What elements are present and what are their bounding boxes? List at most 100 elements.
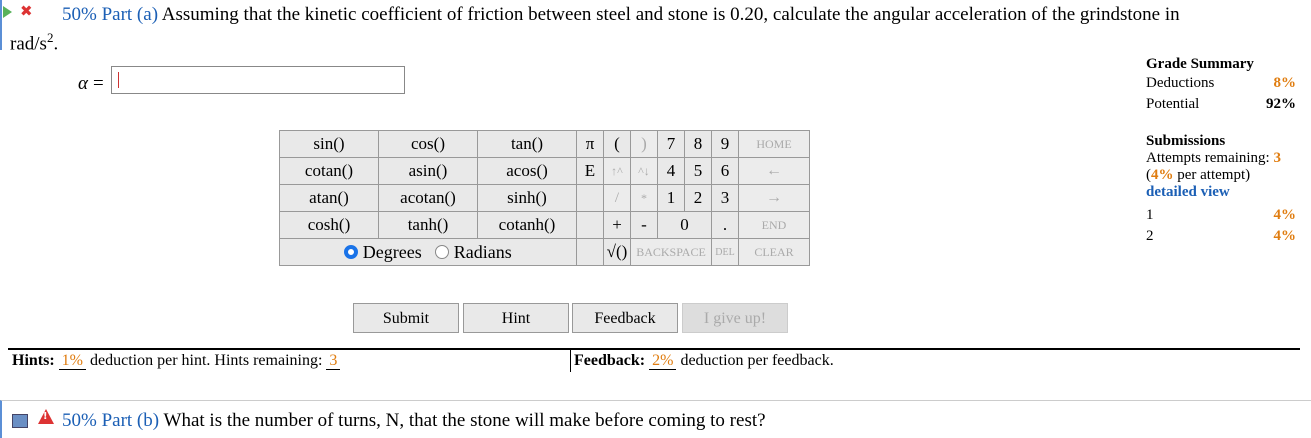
key-cotanh[interactable]: cotanh() (477, 211, 577, 239)
hints-text: deduction per hint. Hints remaining: (90, 352, 323, 369)
key-backspace[interactable]: BACKSPACE (630, 238, 712, 266)
radians-radio[interactable] (435, 244, 450, 259)
deductions-value: 8% (1273, 75, 1297, 91)
key-end[interactable]: END (738, 211, 810, 239)
part-a-question-text: Assuming that the kinetic coefficient of… (161, 4, 1180, 25)
part-a-pct: 50% (62, 4, 97, 25)
feedback-info: Feedback: 2% deduction per feedback. (574, 352, 834, 370)
key-plus[interactable]: + (603, 211, 631, 239)
answer-input[interactable] (111, 66, 405, 94)
key-cotan[interactable]: cotan() (279, 157, 379, 185)
potential-value: 92% (1266, 96, 1296, 112)
feedback-pct: 2% (649, 352, 677, 370)
attempts-value: 3 (1273, 150, 1281, 166)
part-b-label: Part (b) (101, 410, 160, 431)
per-attempt-pct: 4% (1151, 167, 1174, 183)
key-lparen[interactable]: ( (603, 130, 631, 158)
submit-button[interactable]: Submit (353, 303, 459, 333)
submission-row: 1 4% (1146, 205, 1296, 226)
submissions-title: Submissions (1146, 133, 1226, 149)
hints-remaining: 3 (326, 352, 341, 370)
part-b-question: 50% Part (b) What is the number of turns… (62, 410, 766, 432)
potential-label: Potential (1146, 96, 1200, 112)
hint-button[interactable]: Hint (463, 303, 569, 333)
per-attempt: (4% per attempt) (1146, 167, 1251, 183)
degrees-radio[interactable] (344, 244, 359, 259)
hints-info: Hints: 1% deduction per hint. Hints rema… (12, 352, 341, 370)
period: . (53, 33, 59, 55)
attempts-label: Attempts remaining: (1146, 150, 1270, 166)
key-clear[interactable]: CLEAR (738, 238, 810, 266)
key-multiply[interactable]: * (630, 184, 658, 212)
detailed-view-link[interactable]: detailed view (1146, 184, 1230, 200)
key-rparen[interactable]: ) (630, 130, 658, 158)
key-divide[interactable]: / (603, 184, 631, 212)
calculator-keypad: sin() cos() tan() π ( ) 7 8 9 HOME cotan… (279, 130, 810, 266)
submission-deduction: 4% (1273, 207, 1297, 223)
key-acotan[interactable]: acotan() (378, 184, 478, 212)
key-5[interactable]: 5 (684, 157, 712, 185)
warning-mark: ! (43, 411, 48, 422)
key-sqrt[interactable]: √() (603, 238, 631, 266)
hints-label: Hints: (12, 352, 55, 369)
key-home[interactable]: HOME (738, 130, 810, 158)
degrees-label: Degrees (362, 241, 422, 262)
key-tanh[interactable]: tanh() (378, 211, 478, 239)
key-left-arrow[interactable]: ← (738, 157, 810, 185)
hints-feedback-divider (570, 348, 571, 372)
part-a-label: Part (a) (101, 4, 159, 25)
incorrect-x-icon: ✖ (20, 2, 33, 20)
per-attempt-text: per attempt) (1177, 167, 1251, 183)
answer-variable-label: α (78, 73, 88, 94)
feedback-button[interactable]: Feedback (572, 303, 678, 333)
key-pi[interactable]: π (576, 130, 604, 158)
key-asin[interactable]: asin() (378, 157, 478, 185)
units-text: rad/s (10, 33, 47, 55)
part-b-pct: 50% (62, 410, 97, 431)
key-cos[interactable]: cos() (378, 130, 478, 158)
feedback-label: Feedback: (574, 352, 646, 369)
key-9[interactable]: 9 (711, 130, 739, 158)
text-caret (118, 72, 119, 88)
key-1[interactable]: 1 (657, 184, 685, 212)
submission-number: 2 (1146, 228, 1154, 244)
key-blank (576, 184, 604, 212)
key-7[interactable]: 7 (657, 130, 685, 158)
grade-sidebar: Grade Summary Deductions 8% Potential 92… (1146, 56, 1296, 247)
key-right-arrow[interactable]: → (738, 184, 810, 212)
key-e[interactable]: E (576, 157, 604, 185)
key-3[interactable]: 3 (711, 184, 739, 212)
key-cosh[interactable]: cosh() (279, 211, 379, 239)
radians-label: Radians (453, 241, 512, 262)
key-down-caret[interactable]: ^↓ (630, 157, 658, 185)
answer-equals-sign: = (93, 73, 104, 94)
key-tan[interactable]: tan() (477, 130, 577, 158)
key-0[interactable]: 0 (657, 211, 712, 239)
key-up-caret[interactable]: ↑^ (603, 157, 631, 185)
key-sinh[interactable]: sinh() (477, 184, 577, 212)
collapse-icon[interactable] (12, 414, 28, 428)
deductions-label: Deductions (1146, 75, 1215, 91)
key-atan[interactable]: atan() (279, 184, 379, 212)
deductions-row: Deductions 8% (1146, 73, 1296, 94)
part-a-question-line2: rad/s2. (10, 26, 58, 56)
key-blank-3 (576, 238, 604, 266)
key-6[interactable]: 6 (711, 157, 739, 185)
play-arrow-icon[interactable] (3, 6, 12, 18)
key-acos[interactable]: acos() (477, 157, 577, 185)
submission-row: 2 4% (1146, 226, 1296, 247)
key-del[interactable]: DEL (711, 238, 739, 266)
hints-pct: 1% (58, 352, 86, 370)
key-dot[interactable]: . (711, 211, 739, 239)
feedback-text: deduction per feedback. (680, 352, 834, 369)
give-up-button[interactable]: I give up! (682, 303, 788, 333)
key-4[interactable]: 4 (657, 157, 685, 185)
submission-number: 1 (1146, 207, 1154, 223)
part-b-question-text: What is the number of turns, N, that the… (163, 410, 766, 431)
key-2[interactable]: 2 (684, 184, 712, 212)
key-sin[interactable]: sin() (279, 130, 379, 158)
key-minus[interactable]: - (630, 211, 658, 239)
submission-deduction: 4% (1273, 228, 1297, 244)
part-a-question: 50% Part (a) Assuming that the kinetic c… (62, 3, 1180, 27)
key-8[interactable]: 8 (684, 130, 712, 158)
